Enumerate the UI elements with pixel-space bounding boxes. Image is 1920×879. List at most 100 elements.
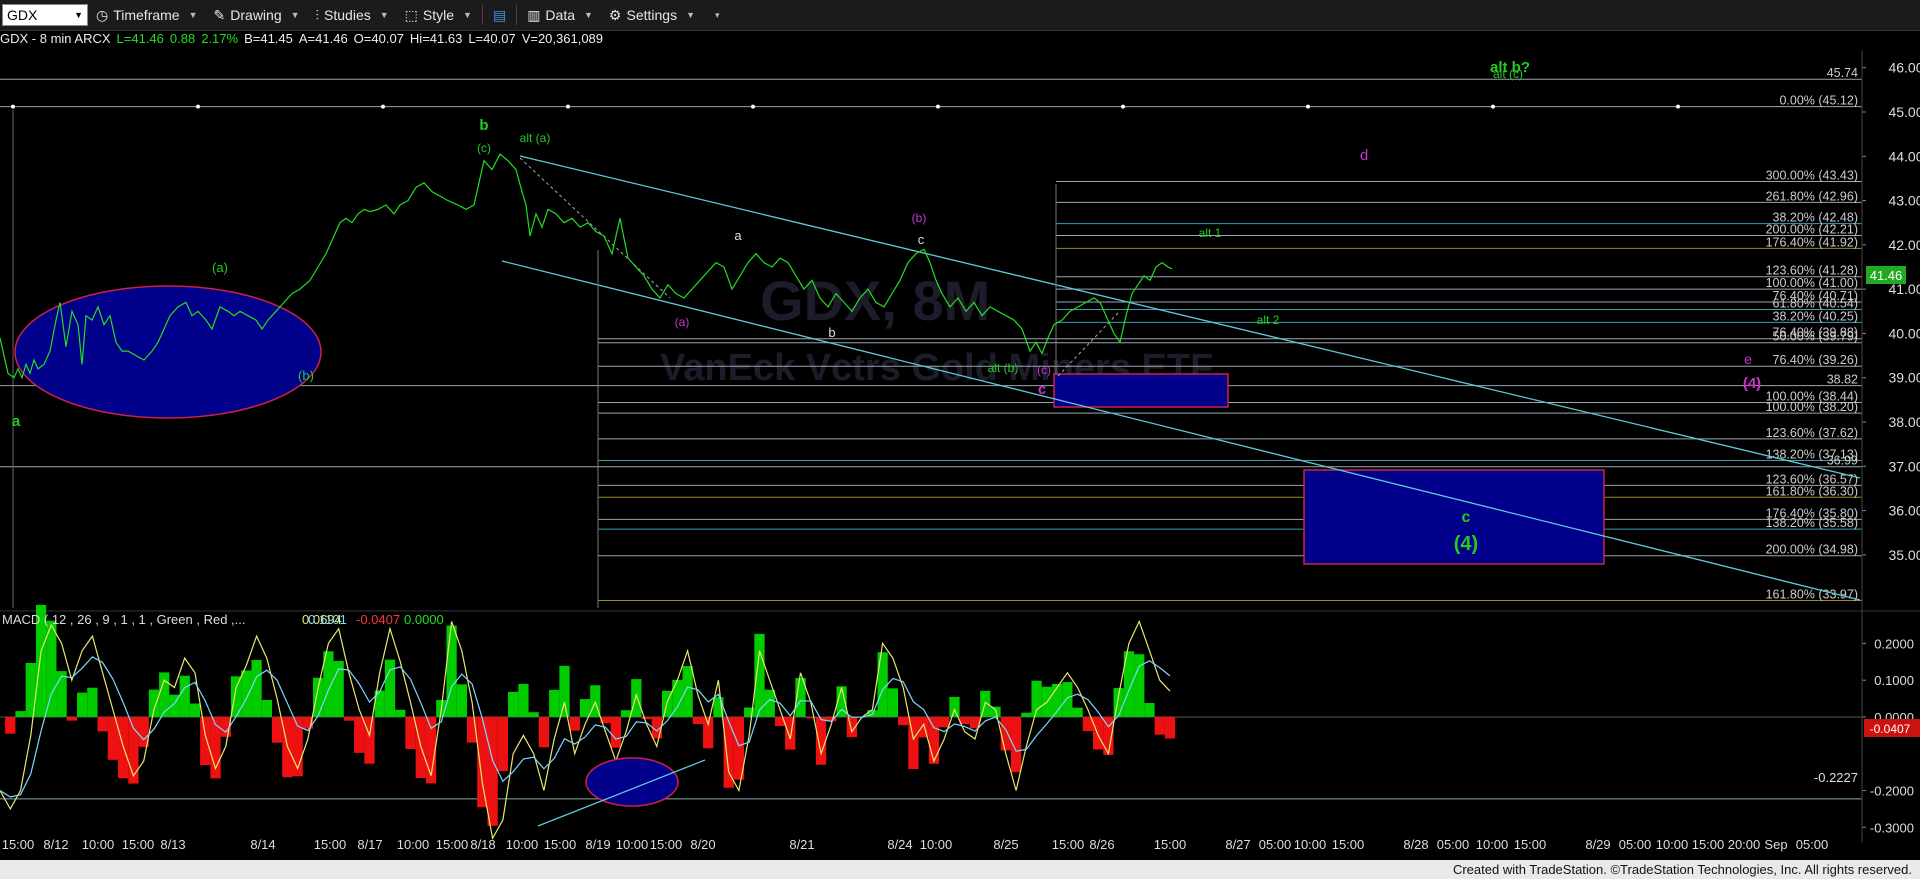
wave-label: e (1744, 351, 1752, 367)
histogram-bar (456, 684, 467, 717)
wave-label: d (1360, 147, 1368, 164)
target-box-c (1053, 373, 1229, 408)
pct-change: 2.17% (201, 31, 239, 46)
high: Hi=41.63 (409, 31, 463, 46)
price-tick-label: 36.00 (1888, 503, 1920, 519)
wave-label: b (828, 325, 835, 340)
hist-value: -0.0407 (356, 612, 400, 627)
wave-label: alt (c) (1493, 67, 1523, 81)
histogram-bar (497, 716, 509, 772)
line-marker (936, 104, 940, 109)
macd-tick-label: 0.1000 (1874, 673, 1914, 688)
time-tick-label: 15:00 (650, 837, 683, 852)
time-tick-label: 8/27 (1225, 837, 1250, 852)
histogram-bar (620, 710, 632, 717)
wave-label: (b) (912, 211, 927, 225)
wave-label: (a) (212, 260, 228, 275)
wave-label: (a) (675, 315, 690, 329)
macd-tick-label: 0.2000 (1874, 636, 1914, 651)
line-marker (1491, 104, 1495, 109)
fib-label: 100.00% (38.20) (1766, 400, 1858, 414)
price-tick-label: 46.00 (1888, 60, 1920, 76)
time-tick-label: 15:00 (436, 837, 469, 852)
time-tick-label: 15:00 (544, 837, 577, 852)
volume: V=20,361,089 (521, 31, 604, 46)
time-tick-label: 8/28 (1403, 837, 1428, 852)
histogram-bar (528, 712, 539, 717)
histogram-bar (908, 716, 919, 770)
chart-canvas[interactable]: GDX, 8M VanEck Vctrs Gold Miners ETF 45.… (0, 0, 1920, 860)
histogram-bar (928, 716, 940, 764)
wave-label: (c) (477, 141, 491, 155)
histogram-bar (887, 688, 899, 717)
price-tick-label: 40.00 (1888, 325, 1920, 341)
histogram-bar (343, 716, 355, 721)
net-change: 0.88 (169, 31, 196, 46)
footer-credit: Created with TradeStation. ©TradeStation… (0, 860, 1920, 879)
histogram-bar (549, 689, 560, 717)
wave-label: a (734, 228, 742, 243)
price-tick-label: 42.00 (1888, 237, 1920, 253)
symbol-title: GDX - 8 min ARCX (0, 31, 111, 46)
time-tick-label: 05:00 (1796, 837, 1829, 852)
wave-label: a (12, 413, 21, 430)
price-tick-label: 38.00 (1888, 414, 1920, 430)
symbol-info-bar: GDX - 8 min ARCX L=41.46 0.88 2.17% B=41… (0, 31, 603, 49)
fib-label: 38.20% (40.25) (1773, 309, 1858, 323)
wave-label: (4) (1454, 533, 1478, 555)
time-tick-label: 15:00 (122, 837, 155, 852)
time-tick-label: 10:00 (82, 837, 115, 852)
histogram-bar (939, 716, 950, 728)
line-marker (381, 104, 385, 109)
time-tick-label: 15:00 (1514, 837, 1547, 852)
fib-label: 300.00% (43.43) (1766, 169, 1858, 183)
histogram-bar (5, 716, 16, 734)
fib-label: 176.40% (41.92) (1766, 235, 1858, 249)
histogram-bar (189, 703, 201, 717)
time-tick-label: 15:00 (1052, 837, 1085, 852)
fib-label: 161.80% (33.97) (1766, 587, 1858, 601)
time-tick-label: 8/17 (357, 837, 382, 852)
time-tick-label: 15:00 (314, 837, 347, 852)
histogram-bar (723, 716, 734, 788)
histogram-bar (56, 671, 67, 717)
macd-header-label: MACD ( 12 , 26 , 9 , 1 , 1 , Green , Red… (2, 612, 246, 627)
histogram-bar (1144, 702, 1155, 717)
histogram-bar (1021, 712, 1032, 717)
histogram-bar (364, 716, 375, 764)
histogram-bar (1072, 707, 1083, 717)
histogram-bar (815, 716, 827, 765)
histogram-bar (610, 716, 621, 748)
open: O=40.07 (353, 31, 404, 46)
histogram-bar (1164, 716, 1176, 739)
macd-current-label: -0.0407 (1870, 722, 1911, 736)
histogram-bar (487, 716, 498, 826)
histogram-bar (313, 677, 324, 717)
fib-label: 45.74 (1827, 66, 1858, 80)
line-marker (1121, 104, 1125, 109)
wave-label: b (479, 117, 488, 134)
histogram-bar (682, 666, 693, 717)
wave-label: c (1462, 509, 1471, 526)
histogram-bar (251, 659, 262, 717)
histogram-bar (538, 716, 550, 748)
divergence-ellipse (585, 757, 679, 807)
time-tick-label: Sep (1764, 837, 1787, 852)
fib-label: 200.00% (34.98) (1766, 543, 1858, 557)
fib-label: 261.80% (42.96) (1766, 189, 1858, 203)
wave-label: alt 2 (1257, 313, 1280, 327)
line-marker (566, 104, 570, 109)
time-tick-label: 15:00 (1332, 837, 1365, 852)
histogram-bar (261, 699, 272, 717)
low: L=40.07 (468, 31, 516, 46)
time-tick-label: 10:00 (397, 837, 430, 852)
fib-label: 123.60% (37.62) (1766, 426, 1858, 440)
wave-label: (b) (298, 368, 314, 383)
time-tick-label: 05:00 (1259, 837, 1292, 852)
price-tick-label: 37.00 (1888, 458, 1920, 474)
fib-label: 36.99 (1827, 454, 1858, 468)
histogram-bar (405, 716, 416, 750)
time-tick-label: 10:00 (506, 837, 539, 852)
last-price: L=41.46 (116, 31, 164, 46)
fib-label: 138.20% (35.58) (1766, 516, 1858, 530)
